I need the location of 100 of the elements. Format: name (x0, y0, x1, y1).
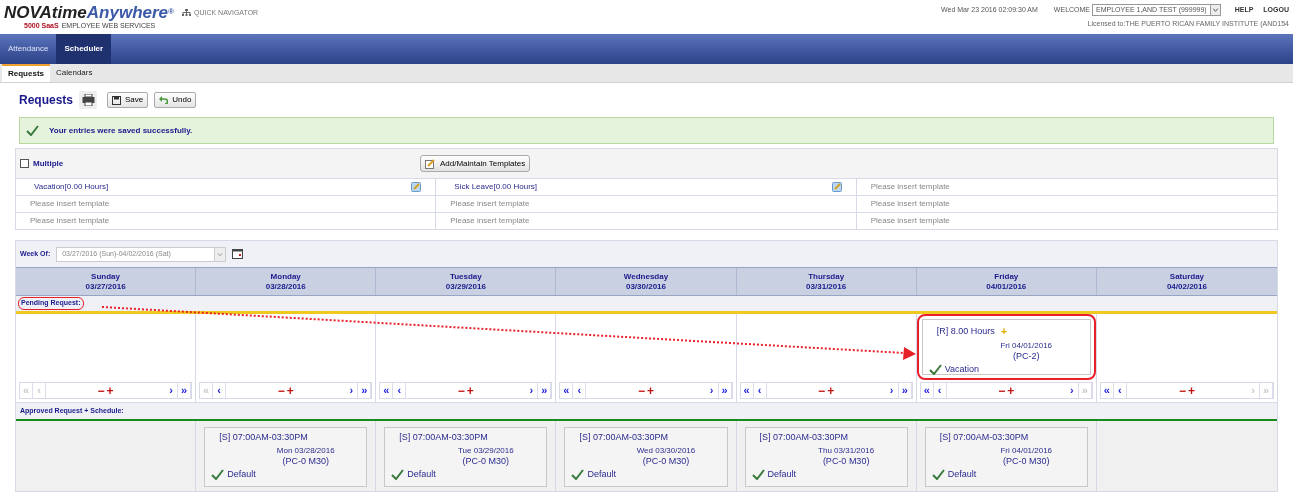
undo-arrow-icon (159, 96, 169, 104)
save-button[interactable]: Save (107, 92, 149, 108)
template-slot-field[interactable]: Please insert template (870, 196, 1263, 212)
entry-type: Default (407, 467, 436, 481)
undo-button[interactable]: Undo (154, 92, 197, 108)
nav-tab[interactable]: Scheduler (56, 34, 112, 64)
day-date: 03/27/2016 (85, 281, 126, 292)
request-card[interactable]: [S] 07:00AM-03:30PM Thu 03/31/2016 (PC-0 M30) Default (744, 427, 908, 487)
success-message: Your entries were saved successfully. (49, 124, 193, 137)
checkmark-icon (571, 468, 585, 480)
calendar-icon[interactable] (232, 249, 244, 259)
edit-pencil-icon[interactable] (411, 182, 422, 192)
pager-button[interactable]: » (178, 383, 192, 398)
minus-button[interactable]: − (1178, 384, 1186, 397)
entry-type: Default (587, 467, 616, 481)
checkmark-icon (931, 468, 945, 480)
day-date: 03/28/2016 (265, 281, 306, 292)
plus-button[interactable]: + (1187, 384, 1195, 397)
day-name: Thursday (808, 271, 845, 282)
edit-pencil-icon[interactable] (831, 182, 842, 192)
template-slot-field[interactable]: Please insert template (450, 196, 842, 212)
minus-button[interactable]: − (277, 384, 285, 397)
request-card[interactable]: [S] 07:00AM-03:30PM Fri 04/01/2016 (PC-0 M30) Default (924, 427, 1088, 487)
add-maintain-templates-button[interactable]: Add/Maintain Templates (420, 155, 531, 172)
request-card[interactable]: [R] 8.00 Hours + Fri 04/01/2016 (PC-2) Vacation (921, 319, 1091, 375)
pager-button[interactable]: « (560, 383, 574, 398)
template-slot-field[interactable]: Please insert template (450, 213, 842, 229)
day-date: 04/01/2016 (986, 281, 1027, 292)
minus-button[interactable]: − (998, 384, 1006, 397)
plus-button[interactable]: + (106, 384, 114, 397)
entry-code: (PC-2) (1013, 350, 1040, 362)
entry-type: Default (227, 467, 256, 481)
checkmark-icon (26, 125, 39, 136)
plus-button[interactable]: + (1007, 384, 1015, 397)
edit-pencil-icon (425, 158, 435, 169)
entry-code: (PC-0 M30) (822, 455, 870, 467)
checkbox[interactable] (20, 159, 29, 168)
minus-button[interactable]: − (97, 384, 105, 397)
request-card[interactable]: [S] 07:00AM-03:30PM Mon 03/28/2016 (PC-0 M30) Default (204, 427, 368, 487)
plus-button[interactable]: + (466, 384, 474, 397)
entry-date: Fri 04/01/2016 (1000, 339, 1053, 351)
entry-date: Mon 03/28/2016 (276, 444, 335, 456)
request-card[interactable]: [S] 07:00AM-03:30PM Tue 03/29/2016 (PC-0 M30) Default (384, 427, 548, 487)
print-button[interactable] (79, 91, 98, 109)
sitemap-icon (181, 9, 191, 18)
day-name: Friday (994, 271, 1019, 282)
pager-button[interactable]: » (358, 383, 372, 398)
entry-title: [S] 07:00AM-03:30PM (759, 431, 849, 444)
plus-button[interactable]: + (286, 384, 294, 397)
entry-code: (PC-0 M30) (642, 455, 690, 467)
checkmark-icon (391, 468, 405, 480)
day-name: Monday (270, 271, 301, 282)
day-name: Sunday (91, 271, 120, 282)
entry-title: [R] 8.00 Hours (936, 324, 995, 338)
day-name: Saturday (1169, 271, 1205, 282)
plus-sign: + (1000, 324, 1008, 339)
entry-code: (PC-0 M30) (462, 455, 510, 467)
day-name: Wednesday (623, 271, 669, 282)
template-slot-field[interactable]: Please insert template (870, 179, 1263, 195)
request-card[interactable]: [S] 07:00AM-03:30PM Wed 03/30/2016 (PC-0 M30) Default (564, 427, 728, 487)
sub-tab[interactable]: Requests (2, 64, 50, 82)
dropdown-caret-icon (1209, 5, 1220, 15)
entry-title: [S] 07:00AM-03:30PM (399, 431, 488, 444)
entry-date: Wed 03/30/2016 (636, 444, 696, 456)
entry-date: Tue 03/29/2016 (457, 444, 514, 456)
day-name: Tuesday (449, 271, 482, 282)
sub-tab[interactable]: Calendars (50, 64, 99, 82)
day-date: 04/02/2016 (1166, 281, 1207, 292)
entry-code: (PC-0 M30) (1003, 455, 1050, 467)
page-title: Requests (19, 92, 74, 109)
entry-title: [S] 07:00AM-03:30PM (939, 431, 1029, 444)
entry-type: Default (947, 467, 977, 481)
checkmark-icon (211, 468, 225, 480)
plus-button[interactable]: + (827, 384, 835, 397)
template-slot-field[interactable]: Please insert template (870, 213, 1263, 229)
day-date: 03/31/2016 (806, 281, 847, 292)
day-date: 03/30/2016 (625, 281, 666, 292)
entry-date: Fri 04/01/2016 (1000, 444, 1053, 456)
checkmark-icon (751, 468, 765, 480)
day-date: 03/29/2016 (445, 281, 486, 292)
template-link[interactable]: Sick Leave[0.00 Hours] (450, 181, 538, 193)
plus-button[interactable]: + (647, 384, 654, 397)
checkmark-icon (928, 363, 942, 375)
pager-button[interactable]: « (380, 383, 394, 398)
template-link[interactable]: Vacation[0.00 Hours] (30, 181, 109, 193)
template-slot-field[interactable]: Please insert template (30, 196, 422, 212)
entry-type: Vacation (944, 362, 980, 376)
pager-button[interactable]: » (538, 383, 552, 398)
nav-tab[interactable]: Attendance (0, 34, 57, 64)
minus-button[interactable]: − (818, 384, 826, 397)
minus-button[interactable]: − (637, 384, 645, 397)
template-slot-field[interactable]: Please insert template (30, 213, 422, 229)
entry-type: Default (767, 467, 797, 481)
entry-date: Thu 03/31/2016 (818, 444, 875, 456)
minus-button[interactable]: − (457, 384, 465, 397)
entry-title: [S] 07:00AM-03:30PM (579, 431, 668, 444)
multiple-label: Multiple (33, 157, 64, 170)
entry-code: (PC-0 M30) (282, 455, 329, 467)
dropdown-caret-icon (214, 247, 226, 261)
printer-icon (81, 94, 95, 106)
